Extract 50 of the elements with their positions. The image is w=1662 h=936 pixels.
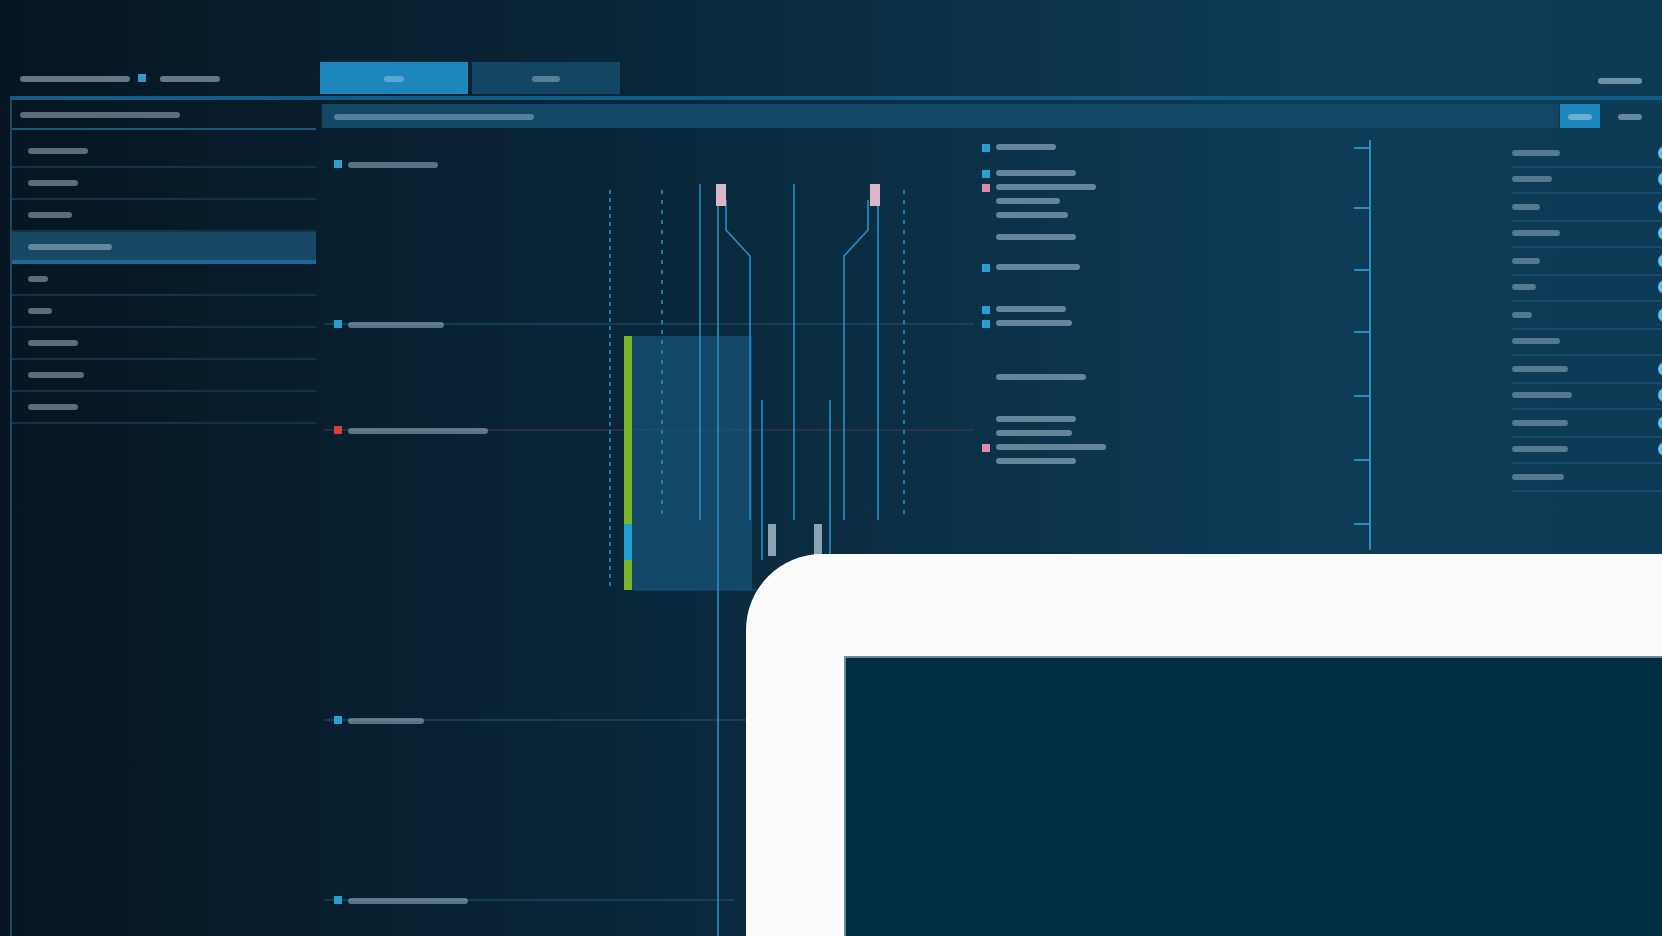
illegible-text (996, 264, 1080, 270)
illegible-text (28, 308, 52, 314)
illegible-text (348, 897, 468, 903)
illegible-text (996, 458, 1076, 464)
illegible-text (384, 75, 404, 81)
illegible-text (1512, 149, 1560, 156)
illegible-text (28, 404, 78, 410)
illegible-text (28, 276, 48, 282)
illegible-text (1512, 473, 1564, 480)
illegible-text (20, 75, 130, 81)
illegible-text (348, 717, 424, 723)
sidebar-item[interactable] (12, 232, 316, 264)
illegible-text (1512, 176, 1552, 183)
illegible-text (996, 198, 1060, 204)
illegible-text (1512, 257, 1540, 264)
illegible-text (1512, 392, 1572, 399)
illegible-text (348, 161, 438, 167)
illegible-text (160, 75, 220, 81)
illegible-text (996, 320, 1072, 326)
illegible-text (996, 184, 1096, 190)
illegible-text (28, 148, 88, 154)
illegible-text (1512, 365, 1568, 372)
illegible-text (996, 444, 1106, 450)
illegible-text (348, 321, 444, 327)
illegible-text (1512, 203, 1540, 210)
illegible-text (1512, 419, 1568, 426)
illegible-text (996, 144, 1056, 150)
illegible-text (28, 340, 78, 346)
illegible-text (996, 234, 1076, 240)
illegible-text (996, 170, 1076, 176)
illegible-text (996, 374, 1086, 380)
illegible-text (28, 372, 84, 378)
illegible-text (28, 212, 72, 218)
illegible-text (1512, 284, 1536, 291)
illegible-text (1512, 311, 1532, 318)
illegible-text (1618, 113, 1642, 119)
illegible-text (1568, 113, 1592, 119)
illegible-text (532, 75, 560, 81)
illegible-text (996, 306, 1066, 312)
illegible-text (28, 180, 78, 186)
illegible-text (348, 427, 488, 433)
illegible-text (1512, 230, 1560, 237)
illegible-text (1512, 446, 1568, 453)
illegible-text (996, 430, 1072, 436)
illegible-text (28, 243, 112, 249)
illegible-text (1512, 338, 1560, 345)
illegible-text (996, 212, 1068, 218)
illegible-text (996, 416, 1076, 422)
illegible-text (1598, 77, 1642, 84)
tab[interactable] (472, 62, 620, 94)
